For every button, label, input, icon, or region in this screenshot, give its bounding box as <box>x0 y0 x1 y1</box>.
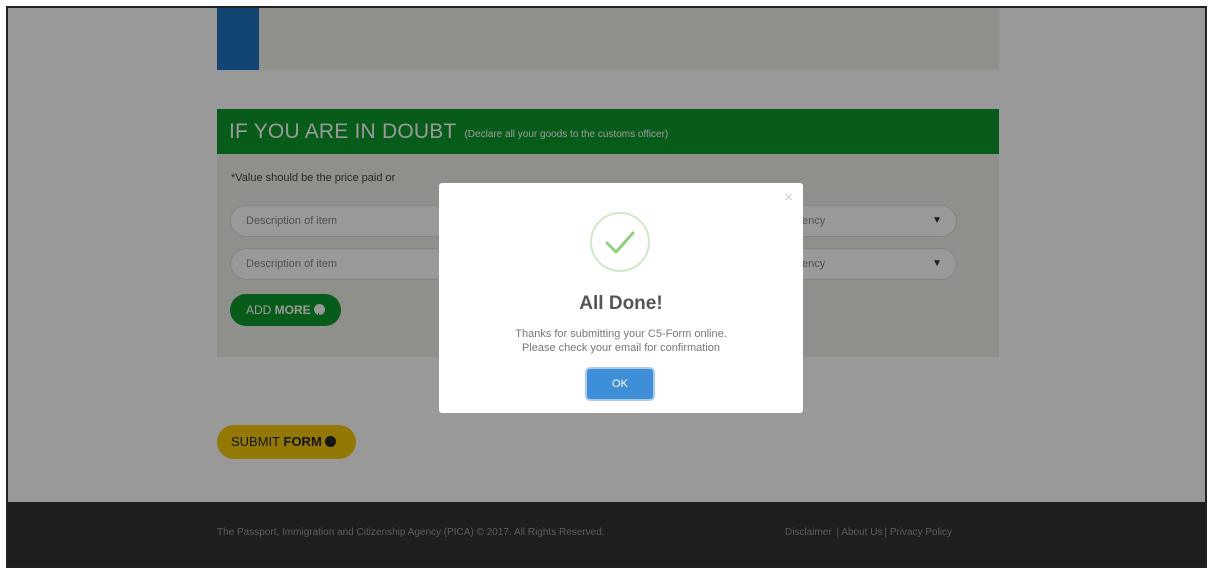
dialog-message-line-1: Thanks for submitting your C5-Form onlin… <box>515 328 727 340</box>
dialog-title: All Done! <box>579 293 663 314</box>
check-circle-icon <box>590 212 650 272</box>
success-dialog: × All Done! Thanks for submitting your C… <box>439 183 803 413</box>
dialog-message: Thanks for submitting your C5-Form onlin… <box>439 327 803 355</box>
ok-button[interactable]: OK <box>587 369 653 399</box>
browser-frame: IF YOU ARE IN DOUBT (Declare all your go… <box>6 6 1207 568</box>
close-icon[interactable]: × <box>784 189 793 206</box>
dialog-message-line-2: Please check your email for confirmation <box>521 342 721 354</box>
